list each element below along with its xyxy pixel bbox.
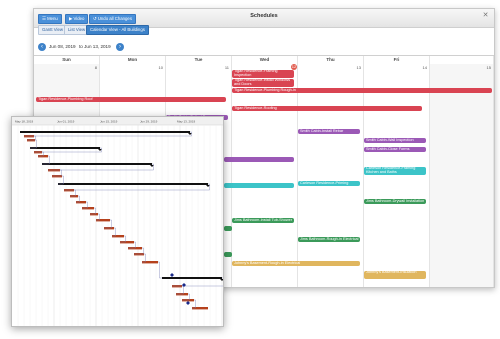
- day-cell[interactable]: 15: [430, 64, 494, 287]
- calendar-event[interactable]: Tigan Residence-Plumbing Roof: [36, 97, 226, 102]
- calendar-event[interactable]: Jims Bathroom-Drywall Installation: [364, 199, 426, 204]
- calendar-event[interactable]: Smith Cabin-Install Rebar: [298, 129, 360, 134]
- day-cell[interactable]: 13: [298, 64, 364, 287]
- tab-gantt-view[interactable]: Gantt View: [38, 25, 67, 35]
- day-header: Thu: [298, 56, 364, 64]
- calendar-event-continuation[interactable]: [224, 226, 232, 231]
- calendar-event[interactable]: Jims Bathroom-Install Tub-Shower: [232, 218, 294, 223]
- gantt-milestone[interactable]: [186, 301, 190, 305]
- tab-calendar-view[interactable]: Calendar View - All Buildings: [86, 25, 149, 35]
- gantt-summary-bar[interactable]: [162, 277, 222, 279]
- video-button[interactable]: ▶ Video: [65, 14, 89, 24]
- calendar-event[interactable]: Tigan Residence-Plumbing Rough-in: [232, 88, 492, 93]
- calendar-event[interactable]: Jims Bathroom-Rough-in Electrical: [298, 237, 360, 242]
- day-cell[interactable]: 12: [232, 64, 298, 287]
- gantt-task-bar[interactable]: [192, 307, 208, 310]
- calendar-event[interactable]: Tigan Residence-Roofing: [232, 106, 422, 111]
- gantt-summary-bar[interactable]: [20, 131, 190, 133]
- prev-week-button[interactable]: ‹: [38, 43, 46, 51]
- gantt-chart: May 18, 2019 Jun 01, 2019 Jun 15, 2019 J…: [12, 117, 223, 326]
- gantt-task-bar[interactable]: [176, 293, 188, 296]
- next-week-button[interactable]: ›: [116, 43, 124, 51]
- gantt-date-label: Jun 29, 2019: [140, 120, 158, 124]
- gantt-dependency-link: [158, 261, 162, 279]
- calendar-event[interactable]: Tigan Residence-Install Windows and Door…: [232, 79, 294, 87]
- video-icon: ▶: [69, 16, 73, 21]
- range-start: Jun 08, 2019: [49, 44, 76, 49]
- gantt-task-bar[interactable]: [172, 285, 182, 288]
- day-number: 13: [356, 65, 361, 70]
- calendar-event[interactable]: Smith Cabin-Wall Inspection: [364, 138, 426, 143]
- video-label: Video: [73, 16, 85, 21]
- gantt-window: May 18, 2019 Jun 01, 2019 Jun 15, 2019 J…: [11, 116, 224, 327]
- day-number: 14: [422, 65, 427, 70]
- day-header: Mon: [100, 56, 166, 64]
- close-icon[interactable]: ✕: [482, 12, 489, 19]
- day-number: 15: [486, 65, 491, 70]
- gantt-summary-bar[interactable]: [58, 183, 208, 185]
- calendar-event[interactable]: Smith Cabin-Close Forms: [364, 147, 426, 152]
- day-number: 11: [224, 65, 229, 70]
- day-header: [430, 56, 494, 64]
- gantt-summary-marker: [220, 279, 223, 281]
- gantt-summary-bar[interactable]: [42, 163, 152, 165]
- calendar-event-continuation[interactable]: [224, 183, 294, 188]
- undo-button[interactable]: ↺ Undo all Changes: [89, 14, 136, 24]
- gantt-milestone[interactable]: [182, 283, 186, 287]
- day-header: Sun: [34, 56, 100, 64]
- calendar-event-continuation[interactable]: [224, 252, 232, 257]
- gantt-date-label: Jun 01, 2019: [57, 120, 75, 124]
- calendar-event[interactable]: Johnny's Basement-Rough-in Electrical: [232, 261, 360, 266]
- day-header: Fri: [364, 56, 430, 64]
- calendar-event[interactable]: Carleson Residence-Priming: [298, 181, 360, 186]
- undo-label: Undo all Changes: [97, 16, 132, 21]
- gantt-date-label: Jun 15, 2019: [100, 120, 118, 124]
- menu-button[interactable]: ☰ Menu: [38, 14, 62, 24]
- calendar-event[interactable]: Johnny's Basement-Insulation: [364, 271, 426, 279]
- day-cell[interactable]: 14: [364, 64, 430, 287]
- day-number: 8: [94, 65, 97, 70]
- menu-label: Menu: [47, 16, 58, 21]
- day-header: Tue: [166, 56, 232, 64]
- calendar-event[interactable]: Carleson Residence-Framing Kitchen and B…: [364, 167, 426, 175]
- undo-icon: ↺: [93, 16, 97, 21]
- gantt-summary-bar[interactable]: [30, 147, 100, 149]
- calendar-event[interactable]: Tigan Residence-Framing Inspection: [232, 70, 294, 78]
- day-number: 10: [158, 65, 163, 70]
- day-header: Wed: [232, 56, 298, 64]
- gantt-date-label: May 18, 2019: [15, 120, 34, 124]
- gantt-date-label: May 13, 2019: [177, 120, 196, 124]
- menu-icon: ☰: [42, 16, 46, 21]
- range-end: to Jun 13, 2019: [79, 44, 111, 49]
- calendar-event-continuation[interactable]: [224, 157, 294, 162]
- gantt-dependency-link: [172, 277, 223, 287]
- gantt-task-bar[interactable]: [142, 261, 158, 264]
- gantt-milestone[interactable]: [170, 273, 174, 277]
